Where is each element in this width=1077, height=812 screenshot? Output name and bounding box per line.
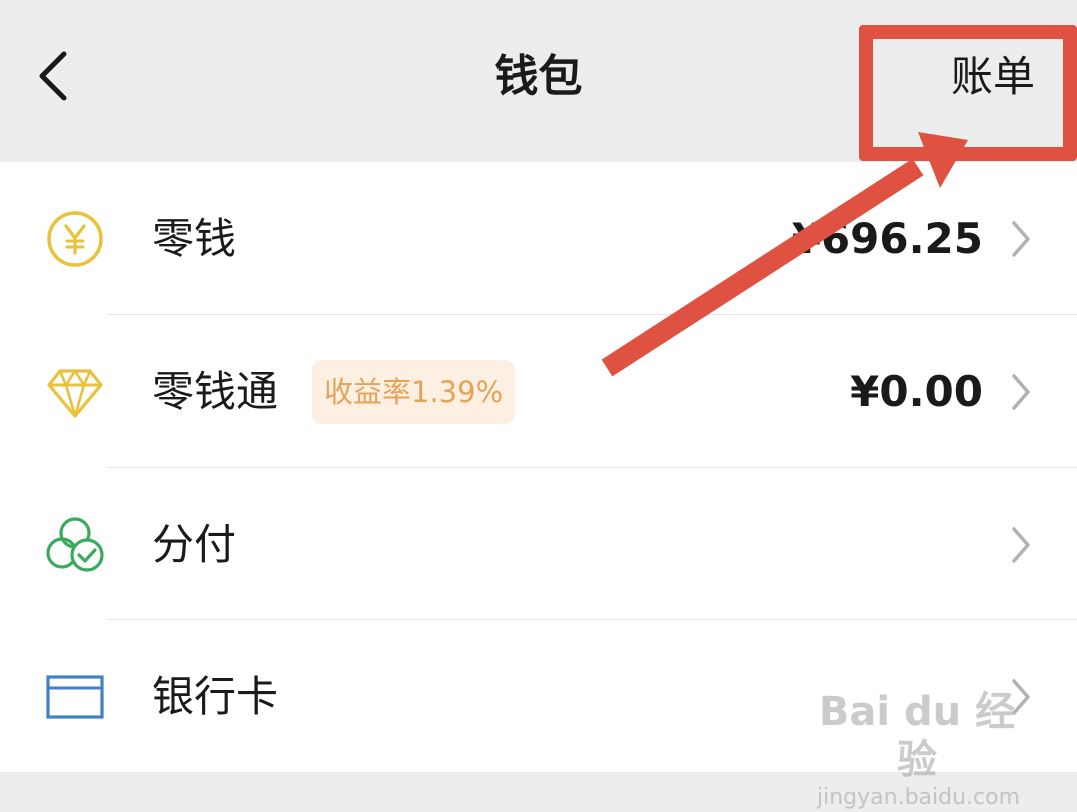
yuan-coin-icon (47, 211, 103, 267)
wallet-list: 零钱 ¥696.25 零钱通 收益率1.39% ¥0.00 分付 银行卡 (0, 162, 1077, 772)
list-item-change[interactable]: 零钱 ¥696.25 (0, 162, 1077, 314)
list-item-bank-card[interactable]: 银行卡 (0, 620, 1077, 772)
chevron-right-icon (1012, 374, 1030, 410)
chevron-right-icon (1012, 221, 1030, 257)
bill-button[interactable]: 账单 (951, 50, 1035, 104)
item-label: 零钱通 (152, 367, 279, 416)
list-item-fenfu[interactable]: 分付 (0, 468, 1077, 620)
chevron-right-icon (1012, 527, 1030, 563)
navigation-bar: 钱包 账单 (0, 0, 1077, 162)
item-label: 分付 (152, 520, 237, 569)
item-label: 零钱 (152, 214, 237, 263)
section-gap (0, 772, 1077, 807)
list-item-lingqiantong[interactable]: 零钱通 收益率1.39% ¥0.00 (0, 315, 1077, 467)
chevron-right-icon (1012, 679, 1030, 715)
page-title: 钱包 (494, 51, 583, 102)
diamond-icon (47, 369, 103, 418)
installment-pay-icon (46, 517, 104, 572)
balance-value: ¥696.25 (791, 214, 983, 263)
balance-value: ¥0.00 (850, 367, 983, 416)
bank-card-icon (46, 675, 104, 719)
yield-rate-badge: 收益率1.39% (312, 360, 516, 424)
item-label: 银行卡 (152, 672, 279, 721)
